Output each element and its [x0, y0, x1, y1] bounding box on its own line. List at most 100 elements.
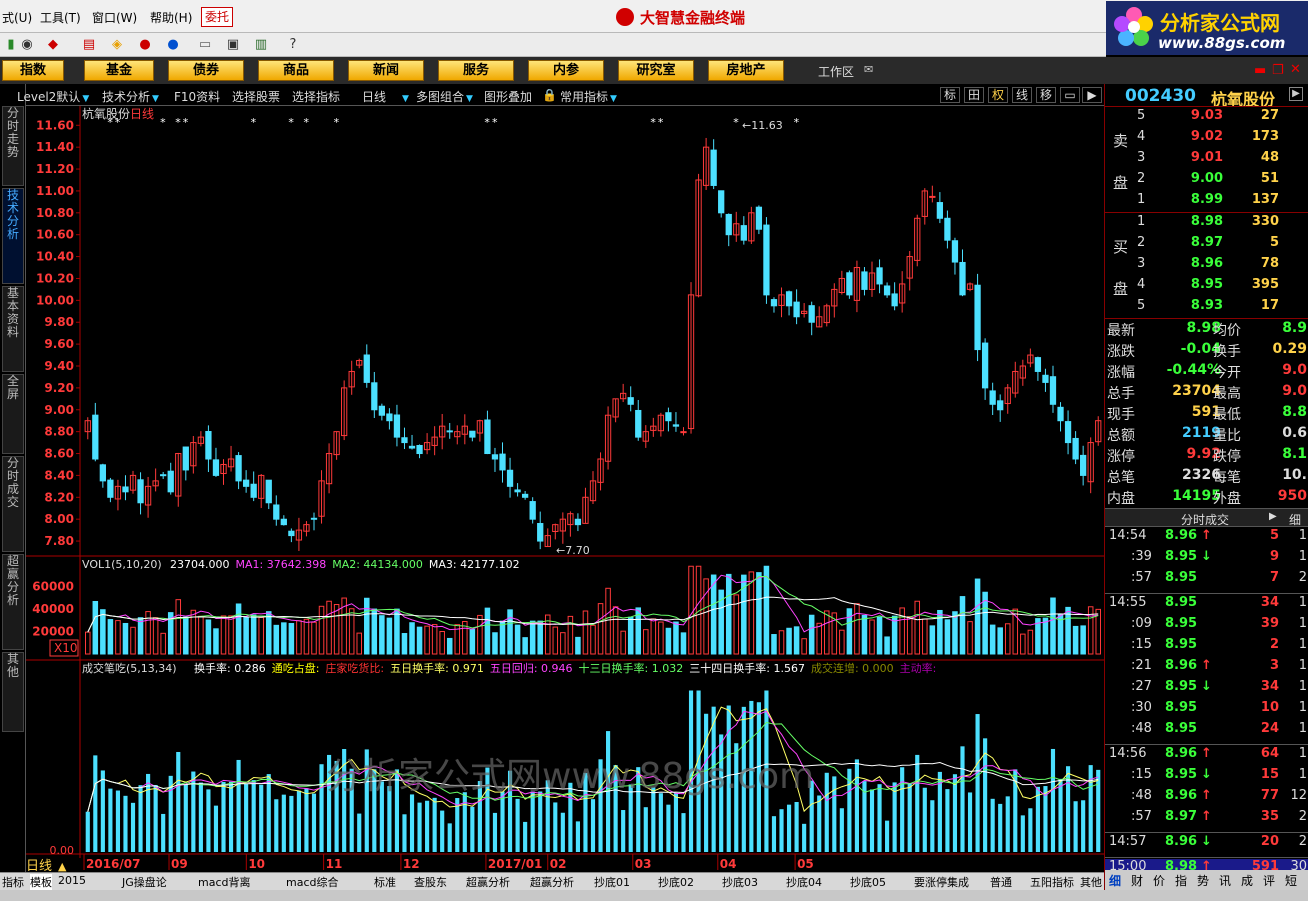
vtab-fundamental[interactable]: 基本资料: [2, 286, 24, 372]
indicator-tab[interactable]: 查股东: [414, 874, 447, 890]
nav-index[interactable]: 指数: [2, 60, 64, 81]
orderbook-row[interactable]: 1 8.98 330: [1105, 214, 1308, 235]
quote-tab[interactable]: 评: [1263, 872, 1275, 889]
rights-toggle[interactable]: 权: [988, 87, 1008, 103]
trades-play-icon[interactable]: ▶: [1269, 511, 1277, 522]
kline-chart[interactable]: 11.60 11.40 11.20 11.00 10.80 10.60 10.40 10.20…: [26, 106, 1104, 872]
blue-circle-icon[interactable]: ●: [164, 36, 182, 53]
nav-commodity[interactable]: 商品: [258, 60, 334, 81]
indicator-tab[interactable]: 其他: [1080, 874, 1102, 890]
quote-tab[interactable]: 细: [1109, 872, 1121, 889]
trade-row[interactable]: :39 8.95 ↓ 9 1: [1105, 549, 1308, 570]
line-toggle[interactable]: 线: [1012, 87, 1032, 103]
workarea-mail-icon[interactable]: ✉: [864, 63, 873, 76]
event-marker[interactable]: *: [334, 116, 340, 129]
workarea-label[interactable]: 工作区: [818, 63, 854, 80]
event-marker[interactable]: *: [650, 116, 656, 129]
trade-row[interactable]: :09 8.95 39 1: [1105, 616, 1308, 637]
lock-icon[interactable]: 🔒: [542, 88, 557, 102]
indicator-tab[interactable]: 指标: [2, 874, 24, 890]
nav-research[interactable]: 研究室: [618, 60, 694, 81]
orderbook-row[interactable]: 5 9.03 27: [1105, 108, 1308, 129]
binoculars-icon[interactable]: ◉: [18, 36, 36, 53]
indicator-tab[interactable]: macd背离: [198, 874, 251, 890]
indicator-tab[interactable]: 超赢分析: [530, 874, 574, 890]
indicator-tab[interactable]: JG操盘论: [122, 874, 167, 890]
event-marker[interactable]: *: [183, 116, 189, 129]
nav-service[interactable]: 服务: [438, 60, 514, 81]
trade-row[interactable]: :15 8.95 ↓ 15 1: [1105, 767, 1308, 788]
period-indicator[interactable]: 日线: [26, 859, 52, 872]
event-marker[interactable]: *: [288, 116, 294, 129]
indicator-tab[interactable]: 标准: [374, 874, 396, 890]
overlay-dropdown[interactable]: 图形叠加: [484, 88, 532, 105]
trade-row[interactable]: :57 8.95 7 2: [1105, 570, 1308, 591]
indicator-tab[interactable]: 抄底01: [594, 874, 630, 890]
expand-icon[interactable]: ▶: [1082, 87, 1102, 103]
menu-help[interactable]: 帮助(H): [150, 9, 192, 26]
f10-button[interactable]: F10资料: [174, 88, 220, 105]
quote-tab[interactable]: 价: [1153, 872, 1165, 889]
books-icon[interactable]: ▥: [252, 36, 270, 53]
quote-tab[interactable]: 财: [1131, 872, 1143, 889]
window-icon[interactable]: ▣: [224, 36, 242, 53]
indicator-tab[interactable]: 抄底02: [658, 874, 694, 890]
orderbook-row[interactable]: 4 9.02 173: [1105, 129, 1308, 150]
orderbook-row[interactable]: 4 8.95 395: [1105, 277, 1308, 298]
select-stock-button[interactable]: 选择股票: [232, 88, 280, 105]
period-dropdown[interactable]: 日线 ▼: [362, 88, 409, 105]
vtab-technical[interactable]: 技术分析: [2, 188, 24, 284]
menu-window[interactable]: 窗口(W): [92, 9, 137, 26]
red-circle-icon[interactable]: ●: [136, 36, 154, 53]
indicator-tab[interactable]: 五阳指标: [1030, 874, 1074, 890]
nav-news[interactable]: 新闻: [348, 60, 424, 81]
restore-icon[interactable]: ❐: [1272, 63, 1284, 78]
nav-bond[interactable]: 债券: [168, 60, 244, 81]
nav-fund[interactable]: 基金: [84, 60, 154, 81]
trade-row[interactable]: :30 8.95 10 1: [1105, 700, 1308, 721]
technical-analysis-dropdown[interactable]: 技术分析 ▼: [102, 88, 159, 105]
grid-toggle[interactable]: 田: [964, 87, 984, 103]
trade-row[interactable]: 14:57 8.96 ↓ 20 2: [1105, 834, 1308, 855]
orderbook-row[interactable]: 2 9.00 51: [1105, 171, 1308, 192]
trade-row[interactable]: :15 8.95 2 1: [1105, 637, 1308, 658]
menu-format[interactable]: 式(U): [2, 9, 32, 26]
indicator-tab[interactable]: 2015: [58, 874, 86, 887]
nav-insider[interactable]: 内参: [528, 60, 604, 81]
event-marker[interactable]: *: [794, 116, 800, 129]
indicator-tab[interactable]: 抄底03: [722, 874, 758, 890]
period-up-icon[interactable]: ▲: [58, 860, 67, 872]
event-marker[interactable]: *: [160, 116, 166, 129]
vtab-intraday[interactable]: 分时走势: [2, 106, 24, 186]
quote-tab[interactable]: 讯: [1219, 872, 1231, 889]
help-pointer-icon[interactable]: ?: [284, 36, 302, 53]
trade-row[interactable]: :21 8.96 ↑ 3 1: [1105, 658, 1308, 679]
diamond-icon[interactable]: ◈: [108, 36, 126, 53]
vtab-other[interactable]: 其他: [2, 652, 24, 732]
weituo-button[interactable]: 委托: [201, 7, 233, 27]
orderbook-row[interactable]: 3 9.01 48: [1105, 150, 1308, 171]
close-icon[interactable]: ✕: [1290, 62, 1301, 77]
trade-row[interactable]: 14:56 8.96 ↑ 64 1: [1105, 746, 1308, 767]
quote-tab[interactable]: 势: [1197, 872, 1209, 889]
select-indicator-button[interactable]: 选择指标: [292, 88, 340, 105]
indicator-tab[interactable]: 普通: [990, 874, 1012, 890]
event-marker[interactable]: *: [175, 116, 181, 129]
nav-realestate[interactable]: 房地产: [708, 60, 784, 81]
event-marker[interactable]: *: [303, 116, 309, 129]
orderbook-row[interactable]: 1 8.99 137: [1105, 192, 1308, 213]
event-marker[interactable]: *: [658, 116, 664, 129]
event-marker[interactable]: *: [484, 116, 490, 129]
trade-row[interactable]: :57 8.97 ↑ 35 2: [1105, 809, 1308, 830]
alarm-icon[interactable]: ◆: [44, 36, 62, 53]
quote-tab[interactable]: 指: [1175, 872, 1187, 889]
printer-icon[interactable]: ▭: [196, 36, 214, 53]
indicator-tab[interactable]: macd综合: [286, 874, 339, 890]
level2-default-dropdown[interactable]: Level2默认 ▼: [17, 88, 89, 105]
menu-tools[interactable]: 工具(T): [40, 9, 81, 26]
indicator-tab[interactable]: 超赢分析: [466, 874, 510, 890]
panel-close-icon[interactable]: ▶: [1289, 87, 1303, 101]
multi-chart-dropdown[interactable]: 多图组合 ▼: [416, 88, 473, 105]
common-indicators-dropdown[interactable]: 常用指标 ▼: [560, 88, 617, 105]
indicator-tab[interactable]: 抄底04: [786, 874, 822, 890]
